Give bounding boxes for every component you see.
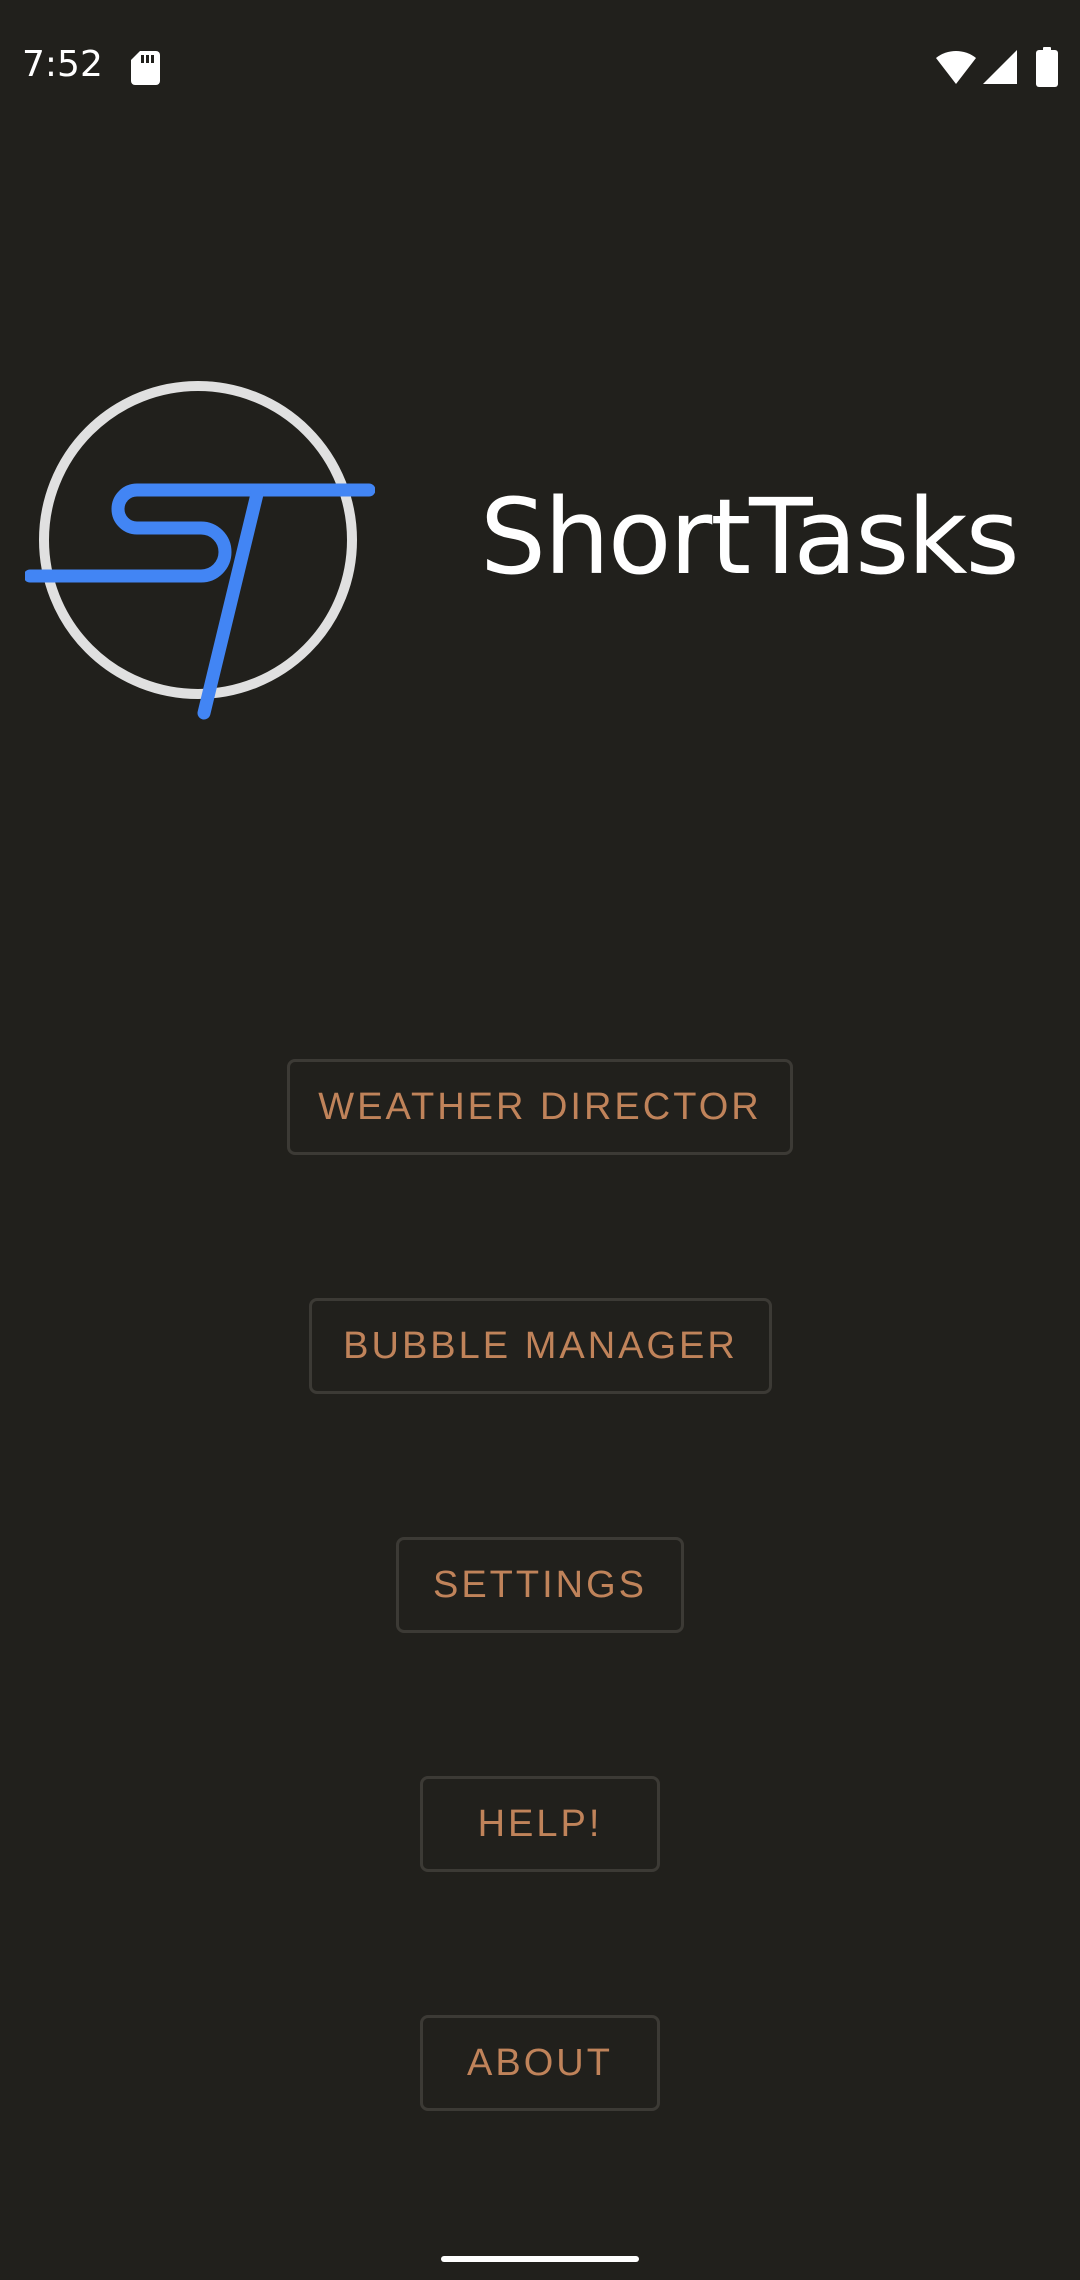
signal-icon [983, 50, 1017, 84]
battery-icon [1036, 47, 1058, 87]
shorttasks-logo-icon [25, 381, 375, 720]
weather-director-button[interactable]: WEATHER DIRECTOR [287, 1059, 793, 1155]
wifi-icon [936, 50, 976, 84]
about-button[interactable]: ABOUT [420, 2015, 660, 2111]
status-bar: 7:52 [0, 0, 1080, 135]
help-button[interactable]: HELP! [420, 1776, 660, 1872]
gesture-nav-handle[interactable] [441, 2256, 639, 2262]
sd-card-icon [131, 51, 160, 85]
status-time: 7:52 [22, 44, 103, 85]
settings-button[interactable]: SETTINGS [396, 1537, 684, 1633]
bubble-manager-button[interactable]: BUBBLE MANAGER [309, 1298, 772, 1394]
app-title: ShortTasks [480, 476, 1020, 598]
